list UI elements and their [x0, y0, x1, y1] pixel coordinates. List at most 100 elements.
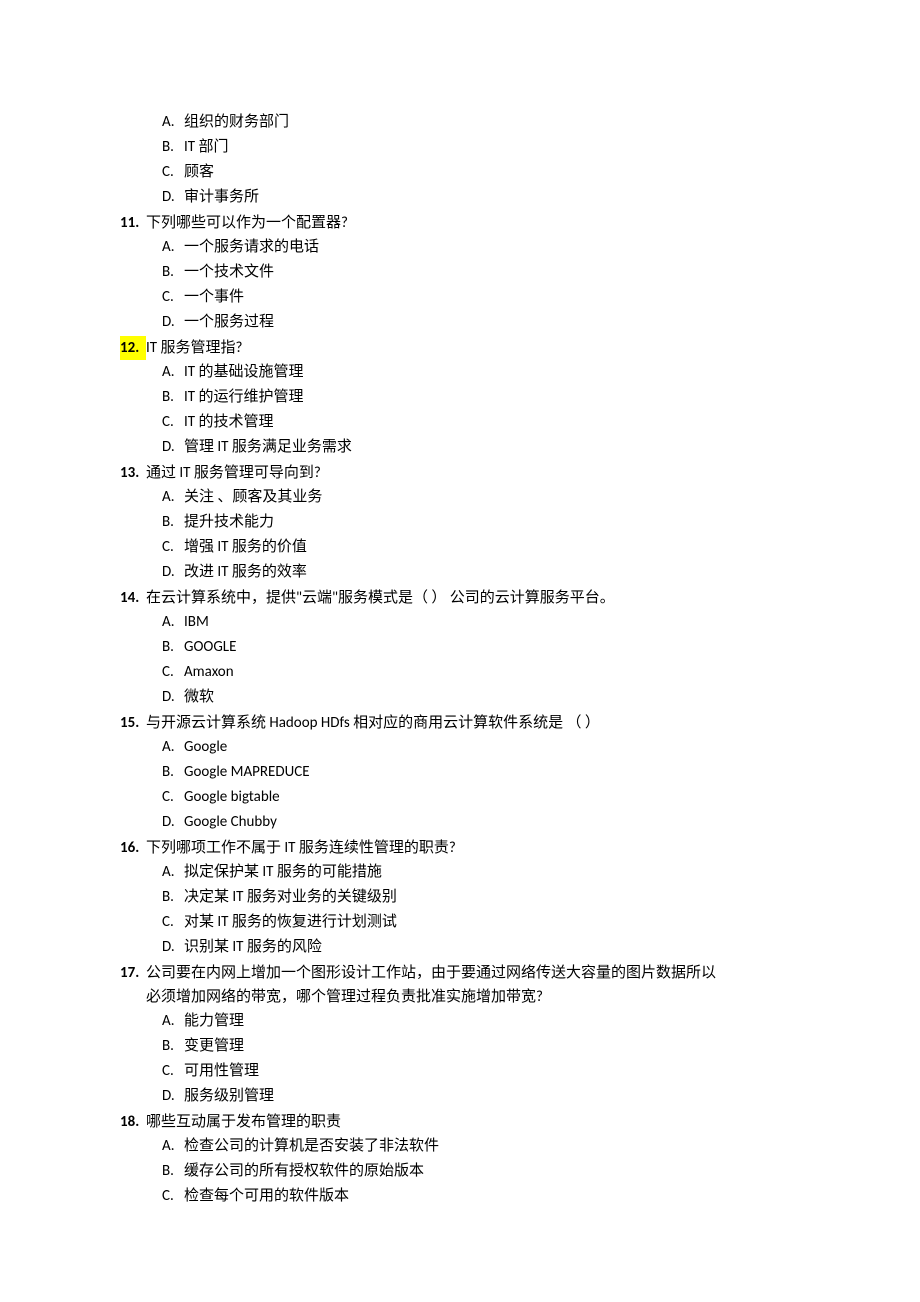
- option-row: D.一个服务过程: [162, 310, 800, 334]
- option-text: 变更管理: [184, 1034, 800, 1058]
- option-text: Google MAPREDUCE: [184, 760, 800, 784]
- option-row: B.GOOGLE: [162, 635, 800, 659]
- question-number: 16.: [120, 836, 146, 860]
- option-row: C.可用性管理: [162, 1059, 800, 1083]
- question-text: 与开源云计算系统 Hadoop HDfs 相对应的商用云计算软件系统是 （ ）: [146, 711, 800, 735]
- option-text: 服务级别管理: [184, 1084, 800, 1108]
- option-text: 决定某 IT 服务对业务的关键级别: [184, 885, 800, 909]
- option-text: 一个技术文件: [184, 260, 800, 284]
- option-text: 能力管理: [184, 1009, 800, 1033]
- option-text: 微软: [184, 685, 800, 709]
- option-letter: B.: [162, 1034, 184, 1058]
- option-letter: D.: [162, 1084, 184, 1108]
- question-text-cont: 必须增加网络的带宽，哪个管理过程负责批准实施增加带宽?: [146, 985, 800, 1009]
- option-row: B.提升技术能力: [162, 510, 800, 534]
- option-row: D.Google Chubby: [162, 810, 800, 834]
- option-row: D.服务级别管理: [162, 1084, 800, 1108]
- option-letter: D.: [162, 935, 184, 959]
- option-letter: A.: [162, 610, 184, 634]
- option-letter: D.: [162, 810, 184, 834]
- option-text: IT 部门: [184, 135, 800, 159]
- option-letter: D.: [162, 310, 184, 334]
- question-text: IT 服务管理指?: [146, 336, 800, 360]
- option-row: D.微软: [162, 685, 800, 709]
- option-letter: C.: [162, 1059, 184, 1083]
- option-text: 一个事件: [184, 285, 800, 309]
- question-number: 11.: [120, 211, 146, 235]
- option-text: 检查公司的计算机是否安装了非法软件: [184, 1134, 800, 1158]
- option-text: 审计事务所: [184, 185, 800, 209]
- continued-options: A. 组织的财务部门 B. IT 部门 C. 顾客 D. 审计事务所: [162, 110, 800, 209]
- document-page: A. 组织的财务部门 B. IT 部门 C. 顾客 D. 审计事务所 11. 下…: [0, 0, 920, 1302]
- option-row: C.Google bigtable: [162, 785, 800, 809]
- option-row: B.缓存公司的所有授权软件的原始版本: [162, 1159, 800, 1183]
- option-text: 关注 、顾客及其业务: [184, 485, 800, 509]
- option-letter: A.: [162, 1134, 184, 1158]
- option-letter: A.: [162, 235, 184, 259]
- option-letter: B.: [162, 1159, 184, 1183]
- question-18: 18. 哪些互动属于发布管理的职责 A.检查公司的计算机是否安装了非法软件 B.…: [120, 1110, 800, 1208]
- question-text: 公司要在内网上增加一个图形设计工作站，由于要通过网络传送大容量的图片数据所以: [146, 961, 800, 985]
- option-row: B.决定某 IT 服务对业务的关键级别: [162, 885, 800, 909]
- option-letter: B.: [162, 635, 184, 659]
- option-row: D.改进 IT 服务的效率: [162, 560, 800, 584]
- option-row: D. 审计事务所: [162, 185, 800, 209]
- option-text: 管理 IT 服务满足业务需求: [184, 435, 800, 459]
- option-row: D.管理 IT 服务满足业务需求: [162, 435, 800, 459]
- option-letter: B.: [162, 885, 184, 909]
- question-number: 15.: [120, 711, 146, 735]
- option-text: 拟定保护某 IT 服务的可能措施: [184, 860, 800, 884]
- option-row: A.检查公司的计算机是否安装了非法软件: [162, 1134, 800, 1158]
- option-letter: A.: [162, 110, 184, 134]
- option-letter: C.: [162, 285, 184, 309]
- option-letter: C.: [162, 910, 184, 934]
- question-number: 14.: [120, 586, 146, 610]
- option-text: 检查每个可用的软件版本: [184, 1184, 800, 1208]
- option-row: D.识别某 IT 服务的风险: [162, 935, 800, 959]
- option-text: IBM: [184, 610, 800, 634]
- option-letter: C.: [162, 785, 184, 809]
- option-text: 改进 IT 服务的效率: [184, 560, 800, 584]
- option-text: GOOGLE: [184, 635, 800, 659]
- option-text: IT 的基础设施管理: [184, 360, 800, 384]
- option-text: Amaxon: [184, 660, 800, 684]
- option-row: A.关注 、顾客及其业务: [162, 485, 800, 509]
- option-row: A. 组织的财务部门: [162, 110, 800, 134]
- question-text: 下列哪项工作不属于 IT 服务连续性管理的职责?: [146, 836, 800, 860]
- option-text: 组织的财务部门: [184, 110, 800, 134]
- option-letter: D.: [162, 185, 184, 209]
- option-letter: B.: [162, 760, 184, 784]
- option-letter: D.: [162, 685, 184, 709]
- option-row: C.Amaxon: [162, 660, 800, 684]
- option-row: C.增强 IT 服务的价值: [162, 535, 800, 559]
- question-text: 下列哪些可以作为一个配置器?: [146, 211, 800, 235]
- option-letter: A.: [162, 485, 184, 509]
- question-text: 通过 IT 服务管理可导向到?: [146, 461, 800, 485]
- option-text: Google Chubby: [184, 810, 800, 834]
- option-text: 缓存公司的所有授权软件的原始版本: [184, 1159, 800, 1183]
- question-text: 在云计算系统中，提供"云端"服务模式是（ ） 公司的云计算服务平台。: [146, 586, 800, 610]
- option-row: A.一个服务请求的电话: [162, 235, 800, 259]
- question-number: 17.: [120, 961, 146, 985]
- question-11: 11. 下列哪些可以作为一个配置器? A.一个服务请求的电话 B.一个技术文件 …: [120, 211, 800, 334]
- option-text: Google bigtable: [184, 785, 800, 809]
- option-letter: C.: [162, 1184, 184, 1208]
- option-letter: B.: [162, 260, 184, 284]
- option-row: B.变更管理: [162, 1034, 800, 1058]
- option-row: B.Google MAPREDUCE: [162, 760, 800, 784]
- option-letter: A.: [162, 1009, 184, 1033]
- option-row: C. 顾客: [162, 160, 800, 184]
- option-text: 可用性管理: [184, 1059, 800, 1083]
- option-letter: C.: [162, 660, 184, 684]
- question-number: 18.: [120, 1110, 146, 1134]
- option-text: 识别某 IT 服务的风险: [184, 935, 800, 959]
- option-letter: D.: [162, 435, 184, 459]
- option-row: B.一个技术文件: [162, 260, 800, 284]
- option-row: C.IT 的技术管理: [162, 410, 800, 434]
- question-17: 17. 公司要在内网上增加一个图形设计工作站，由于要通过网络传送大容量的图片数据…: [120, 961, 800, 1108]
- option-text: 增强 IT 服务的价值: [184, 535, 800, 559]
- option-text: 一个服务请求的电话: [184, 235, 800, 259]
- option-text: 提升技术能力: [184, 510, 800, 534]
- option-row: A.IBM: [162, 610, 800, 634]
- question-text: 哪些互动属于发布管理的职责: [146, 1110, 800, 1134]
